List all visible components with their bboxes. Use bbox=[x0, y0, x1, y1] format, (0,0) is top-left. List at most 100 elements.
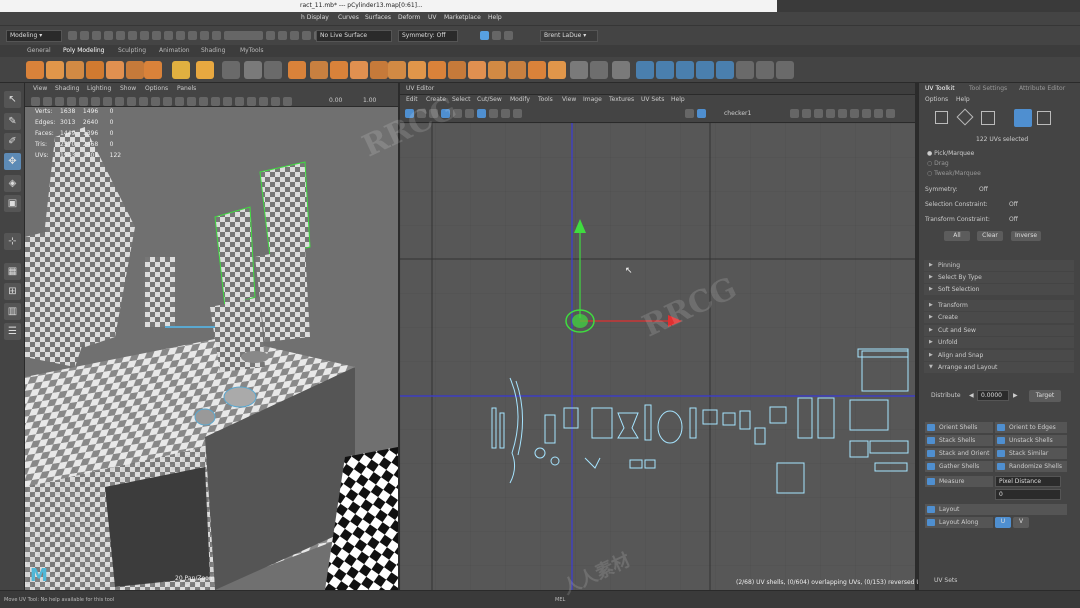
cut-uv-icon[interactable] bbox=[756, 61, 774, 79]
cone-icon[interactable] bbox=[86, 61, 104, 79]
extrude-icon[interactable] bbox=[388, 61, 406, 79]
gizmo-icon[interactable]: ⊹ bbox=[4, 233, 21, 250]
distribute-right-arrow-icon[interactable]: ▶ bbox=[1013, 392, 1018, 399]
paint-select-icon[interactable]: ✐ bbox=[4, 133, 21, 150]
single-view-icon[interactable]: ▦ bbox=[4, 263, 21, 280]
vp-menu-show[interactable]: Show bbox=[120, 85, 136, 92]
tab-uv-toolkit[interactable]: UV Toolkit bbox=[925, 85, 955, 92]
smooth-icon[interactable] bbox=[330, 61, 348, 79]
multi-cut-icon[interactable] bbox=[570, 61, 588, 79]
menu-surfaces[interactable]: Surfaces bbox=[365, 14, 391, 21]
plane-icon[interactable] bbox=[126, 61, 144, 79]
auto-map-icon[interactable] bbox=[696, 61, 714, 79]
section-unfold[interactable]: ▶ Unfold bbox=[924, 337, 1074, 348]
distribute-input[interactable]: 0.0000 bbox=[977, 390, 1009, 401]
checker-icon[interactable] bbox=[736, 61, 754, 79]
inverse-button[interactable]: Inverse bbox=[1011, 231, 1041, 241]
uv-menu-edit[interactable]: Edit bbox=[406, 96, 418, 103]
stack-and-orient-button[interactable]: Stack and Orient bbox=[925, 448, 993, 459]
rotate-tool-icon[interactable]: ◈ bbox=[4, 175, 21, 192]
cube-icon[interactable] bbox=[46, 61, 64, 79]
merge-icon[interactable] bbox=[508, 61, 526, 79]
measure-value-field[interactable]: 0 bbox=[995, 489, 1061, 500]
select-all-button[interactable]: All bbox=[944, 231, 970, 241]
vp-menu-options[interactable]: Options bbox=[145, 85, 168, 92]
toolkit-menu-options[interactable]: Options bbox=[925, 96, 948, 103]
four-view-icon[interactable]: ⊞ bbox=[4, 283, 21, 300]
target-button[interactable]: Target bbox=[1029, 390, 1061, 402]
uv-menu-uv-sets[interactable]: UV Sets bbox=[641, 96, 664, 103]
shelf-tab-sculpting[interactable]: Sculpting bbox=[118, 47, 146, 54]
sew-uv-icon[interactable] bbox=[776, 61, 794, 79]
section-soft-selection[interactable]: ▶ Soft Selection bbox=[924, 284, 1074, 295]
randomize-shells-button[interactable]: Randomize Shells bbox=[995, 461, 1067, 472]
uv-menu-view[interactable]: View bbox=[562, 96, 576, 103]
uv-menu-image[interactable]: Image bbox=[583, 96, 602, 103]
type-icon[interactable] bbox=[264, 61, 282, 79]
unfold-icon[interactable] bbox=[716, 61, 734, 79]
radio-tweak-marquee[interactable]: ○ Tweak/Marquee bbox=[927, 170, 981, 177]
gather-shells-button[interactable]: Gather Shells bbox=[925, 461, 993, 472]
two-view-icon[interactable]: ▥ bbox=[4, 303, 21, 320]
spherical-map-icon[interactable] bbox=[676, 61, 694, 79]
stack-similar-button[interactable]: Stack Similar bbox=[995, 448, 1067, 459]
bevel-icon[interactable] bbox=[428, 61, 446, 79]
section-create[interactable]: ▶ Create bbox=[924, 312, 1074, 323]
transform-constraint-value[interactable]: Off bbox=[1009, 216, 1018, 223]
uv-menu-help[interactable]: Help bbox=[671, 96, 685, 103]
uv-menu-select[interactable]: Select bbox=[452, 96, 471, 103]
clear-button[interactable]: Clear bbox=[977, 231, 1003, 241]
bridge-icon[interactable] bbox=[408, 61, 426, 79]
symmetry-value[interactable]: Off bbox=[979, 186, 988, 193]
fill-hole-icon[interactable] bbox=[468, 61, 486, 79]
connect-icon[interactable] bbox=[612, 61, 630, 79]
uv-mode-icon[interactable] bbox=[1014, 109, 1032, 127]
svg-icon[interactable] bbox=[222, 61, 240, 79]
orient-shells-button[interactable]: Orient Shells bbox=[925, 422, 993, 433]
toolkit-menu-help[interactable]: Help bbox=[956, 96, 970, 103]
layout-along-v-toggle[interactable]: V bbox=[1013, 517, 1029, 528]
section-pinning[interactable]: ▶ Pinning bbox=[924, 260, 1074, 271]
planar-map-icon[interactable] bbox=[636, 61, 654, 79]
vp-menu-lighting[interactable]: Lighting bbox=[87, 85, 111, 92]
edge-mode-icon[interactable] bbox=[956, 108, 974, 126]
sphere-wire-icon[interactable] bbox=[244, 61, 262, 79]
orient-to-edges-button[interactable]: Orient to Edges bbox=[995, 422, 1067, 433]
uv-menu-modify[interactable]: Modify bbox=[510, 96, 530, 103]
uv-sets-label[interactable]: UV Sets bbox=[934, 577, 957, 584]
section-select-by-type[interactable]: ▶ Select By Type bbox=[924, 272, 1074, 283]
bevel-alt-icon[interactable] bbox=[448, 61, 466, 79]
uv-menu-textures[interactable]: Textures bbox=[609, 96, 634, 103]
menu-curves[interactable]: Curves bbox=[338, 14, 359, 21]
symmetry-dropdown[interactable]: Symmetry: Off bbox=[398, 30, 458, 42]
cylindrical-map-icon[interactable] bbox=[656, 61, 674, 79]
vertex-mode-icon[interactable] bbox=[935, 111, 948, 124]
layout-along-u-toggle[interactable]: U bbox=[995, 517, 1011, 528]
radio-pick-marquee[interactable]: ● Pick/Marquee bbox=[927, 150, 974, 157]
mode-dropdown[interactable]: Modeling ▾ bbox=[6, 30, 62, 42]
combine-icon[interactable] bbox=[288, 61, 306, 79]
radio-drag[interactable]: ○ Drag bbox=[927, 160, 949, 167]
uv-menu-cut-sew[interactable]: Cut/Sew bbox=[477, 96, 502, 103]
measure-button[interactable]: Measure bbox=[925, 476, 993, 487]
face-mode-icon[interactable] bbox=[981, 111, 995, 125]
section-align-and-snap[interactable]: ▶ Align and Snap bbox=[924, 350, 1074, 361]
vp-menu-panels[interactable]: Panels bbox=[177, 85, 196, 92]
tab-attribute-editor[interactable]: Attribute Editor bbox=[1019, 85, 1065, 92]
shelf-tab-shading[interactable]: Shading bbox=[201, 47, 225, 54]
mirror-icon[interactable] bbox=[370, 61, 388, 79]
platonic-icon[interactable] bbox=[172, 61, 190, 79]
section-transform[interactable]: ▶ Transform bbox=[924, 300, 1074, 311]
star-icon[interactable] bbox=[196, 61, 214, 79]
vp-menu-view[interactable]: View bbox=[33, 85, 47, 92]
selection-constraint-value[interactable]: Off bbox=[1009, 201, 1018, 208]
shell-mode-icon[interactable] bbox=[1037, 111, 1051, 125]
uv-menu-tools[interactable]: Tools bbox=[538, 96, 553, 103]
menu-help[interactable]: Help bbox=[488, 14, 502, 21]
texture-name[interactable]: checker1 bbox=[724, 110, 751, 117]
menu-marketplace[interactable]: Marketplace bbox=[444, 14, 481, 21]
tab-tool-settings[interactable]: Tool Settings bbox=[969, 85, 1007, 92]
sphere-icon[interactable] bbox=[26, 61, 44, 79]
boolean-icon[interactable] bbox=[350, 61, 368, 79]
user-account-button[interactable]: Brent LaDue ▾ bbox=[540, 30, 598, 42]
